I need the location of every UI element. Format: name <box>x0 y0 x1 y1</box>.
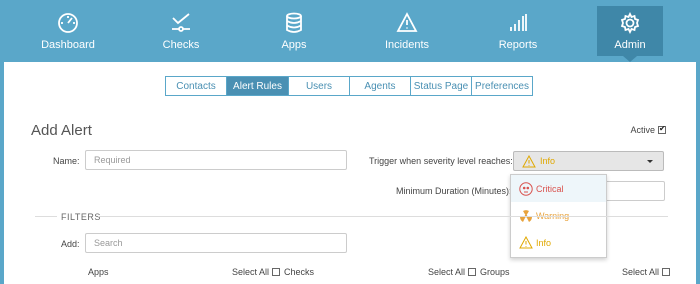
filter-search-input[interactable]: Search <box>85 233 347 253</box>
page-title: Add Alert <box>31 122 92 139</box>
column-checks: Checks <box>284 267 315 277</box>
bar-chart-icon <box>505 10 531 36</box>
warning-triangle-icon <box>519 236 533 249</box>
min-duration-label: Minimum Duration (Minutes): <box>396 186 512 196</box>
select-all-checkbox[interactable] <box>468 268 477 276</box>
search-placeholder: Search <box>94 238 123 248</box>
tab-status-page[interactable]: Status Page <box>410 76 472 96</box>
nav-label: Reports <box>498 39 538 51</box>
name-input[interactable]: Required <box>85 150 347 170</box>
select-all-label: Select All <box>232 267 270 277</box>
column-groups: Groups <box>480 267 510 277</box>
gear-icon <box>617 10 643 36</box>
tab-preferences[interactable]: Preferences <box>471 76 533 96</box>
min-duration-input[interactable] <box>604 181 665 201</box>
tab-contacts[interactable]: Contacts <box>165 76 227 96</box>
select-all-apps[interactable]: Select All <box>232 267 281 277</box>
select-all-checkbox[interactable] <box>662 268 671 276</box>
active-toggle[interactable]: Active <box>630 124 666 135</box>
nav-apps[interactable]: Apps <box>272 6 316 56</box>
nav-reports[interactable]: Reports <box>494 6 542 56</box>
select-all-label: Select All <box>428 267 466 277</box>
severity-selected: Info <box>540 156 556 166</box>
top-navigation: Dashboard Checks Apps Incidents Reports … <box>0 0 700 62</box>
severity-option-info[interactable]: Info <box>511 229 606 256</box>
nav-label: Dashboard <box>41 39 95 51</box>
divider <box>98 216 668 217</box>
option-label: Info <box>536 237 552 248</box>
chevron-down-icon <box>647 160 653 163</box>
tab-users[interactable]: Users <box>288 76 350 96</box>
divider <box>35 216 57 217</box>
severity-option-critical[interactable]: Critical <box>511 175 606 202</box>
add-label: Add: <box>61 239 80 249</box>
active-checkbox[interactable] <box>658 124 666 134</box>
active-label: Active <box>630 125 655 135</box>
select-all-groups[interactable]: Select All <box>622 267 671 277</box>
nav-checks[interactable]: Checks <box>155 6 207 56</box>
filters-heading: FILTERS <box>61 212 101 222</box>
warning-triangle-icon <box>522 154 536 167</box>
nav-incidents[interactable]: Incidents <box>379 6 435 56</box>
nav-label: Admin <box>614 39 646 51</box>
severity-select[interactable]: Info <box>513 151 664 171</box>
database-icon <box>281 10 307 36</box>
column-apps: Apps <box>88 267 109 277</box>
gauge-icon <box>55 10 81 36</box>
tab-alert-rules[interactable]: Alert Rules <box>226 76 289 96</box>
warning-icon <box>394 10 420 36</box>
name-placeholder: Required <box>94 155 131 165</box>
admin-subtabs: Contacts Alert Rules Users Agents Status… <box>165 76 533 96</box>
select-all-label: Select All <box>622 267 660 277</box>
option-label: Critical <box>536 183 564 194</box>
nav-label: Apps <box>281 39 307 51</box>
tab-agents[interactable]: Agents <box>349 76 411 96</box>
trigger-label: Trigger when severity level reaches: <box>369 156 513 166</box>
nav-admin[interactable]: Admin <box>597 6 663 56</box>
select-all-checks[interactable]: Select All <box>428 267 477 277</box>
nav-label: Incidents <box>384 39 430 51</box>
name-label: Name: <box>53 156 80 166</box>
skull-icon <box>519 181 533 196</box>
nav-label: Checks <box>162 39 200 51</box>
select-all-checkbox[interactable] <box>272 268 281 276</box>
nav-dashboard[interactable]: Dashboard <box>38 6 98 56</box>
checks-icon <box>168 10 194 36</box>
